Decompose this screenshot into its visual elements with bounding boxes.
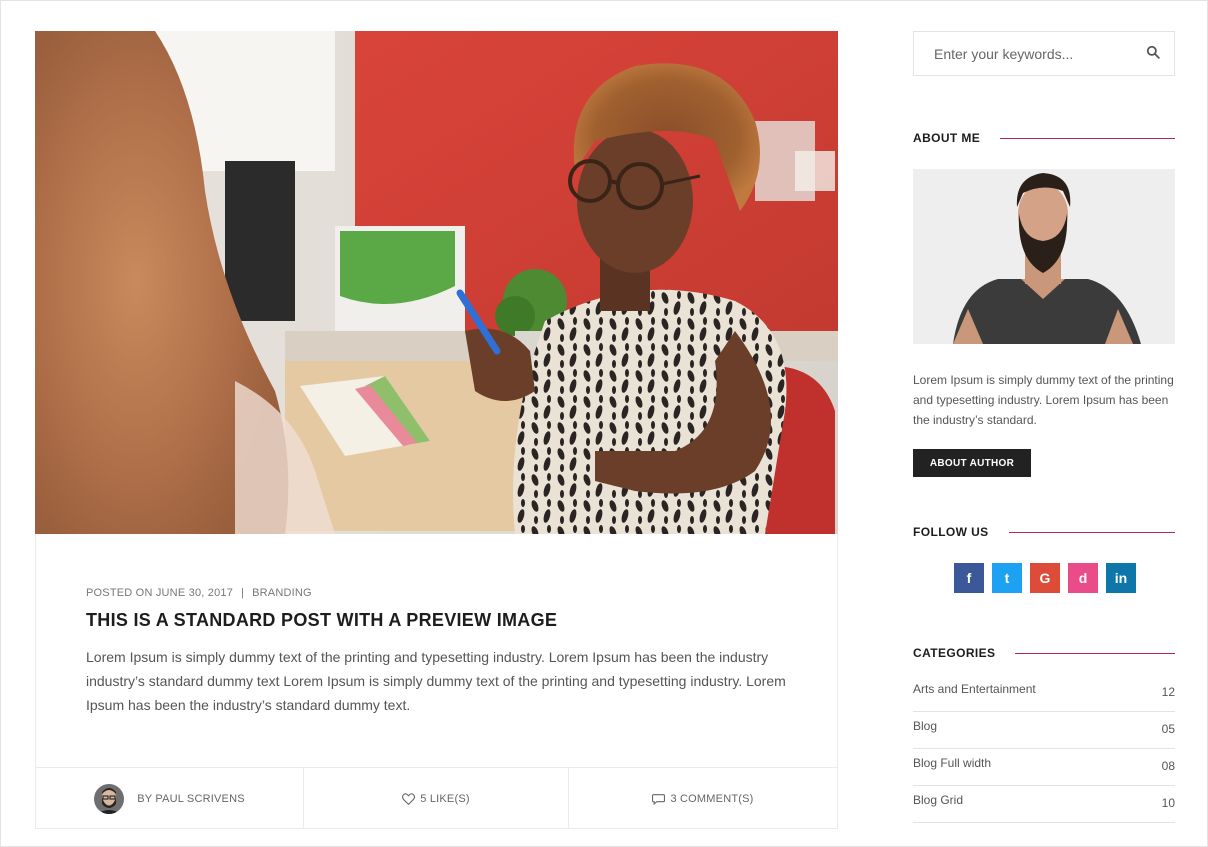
post-author[interactable]: BY PAUL SCRIVENS bbox=[36, 768, 304, 829]
category-item[interactable]: Arts and Entertainment 12 bbox=[913, 675, 1175, 712]
post-footer: BY PAUL SCRIVENS 5 LIKE(S) 3 COMMENT(S) bbox=[36, 767, 837, 829]
search-box bbox=[913, 31, 1175, 76]
linkedin-icon: in bbox=[1114, 570, 1128, 586]
category-item[interactable]: Blog 05 bbox=[913, 712, 1175, 749]
twitter-icon: t bbox=[1004, 570, 1010, 586]
comment-icon bbox=[652, 793, 666, 805]
category-label: Arts and Entertainment bbox=[913, 682, 1036, 696]
dribbble-icon: d bbox=[1078, 570, 1088, 586]
post-title[interactable]: THIS IS A STANDARD POST WITH A PREVIEW I… bbox=[86, 609, 796, 631]
post-body: POSTED ON JUNE 30, 2017 | BRANDING THIS IS… bbox=[86, 586, 796, 717]
google-plus-icon: G bbox=[1039, 570, 1051, 586]
post-meta: POSTED ON JUNE 30, 2017 | BRANDING bbox=[86, 586, 796, 600]
post-excerpt: Lorem Ipsum is simply dummy text of the … bbox=[86, 649, 786, 713]
search-button[interactable] bbox=[1144, 45, 1162, 63]
author-avatar bbox=[94, 783, 125, 814]
author-name: BY PAUL SCRIVENS bbox=[137, 792, 245, 805]
google-plus-link[interactable]: G bbox=[1030, 563, 1060, 593]
about-author-button[interactable]: ABOUT AUTHOR bbox=[913, 449, 1031, 477]
likes-count: 5 LIKE(S) bbox=[420, 792, 470, 805]
heading-divider bbox=[1008, 531, 1175, 533]
heading-divider bbox=[1015, 652, 1175, 654]
facebook-link[interactable]: f bbox=[954, 563, 984, 593]
author-photo bbox=[913, 169, 1175, 344]
about-text: Lorem Ipsum is simply dummy text of the … bbox=[913, 373, 1174, 427]
social-links: f t Gd in bbox=[954, 563, 1136, 593]
search-input[interactable] bbox=[914, 32, 1134, 75]
follow-heading: FOLLOW US bbox=[913, 525, 989, 539]
comments-count: 3 COMMENT(S) bbox=[670, 792, 754, 805]
category-item[interactable]: Blog Grid 10 bbox=[913, 786, 1175, 823]
meta-separator: | bbox=[241, 587, 245, 599]
comments-link[interactable]: 3 COMMENT(S) bbox=[569, 768, 837, 829]
post-category-link[interactable]: BRANDING bbox=[252, 587, 312, 599]
categories-list: Arts and Entertainment 12 Blog 05 Blog Full … bbox=[913, 675, 1175, 823]
sidebar: ABOUT ME Lorem Ipsum is simply dummy tex… bbox=[913, 31, 1175, 823]
twitter-link[interactable]: t bbox=[992, 563, 1022, 593]
categories-widget-title: CATEGORIES bbox=[913, 645, 1175, 661]
category-label: Blog bbox=[913, 719, 938, 733]
category-count: 12 bbox=[1161, 685, 1175, 699]
follow-widget-title: FOLLOW US bbox=[913, 524, 1175, 540]
post-date: POSTED ON JUNE 30, 2017 bbox=[86, 587, 234, 599]
heading-divider bbox=[1000, 137, 1175, 139]
category-item[interactable]: Blog Full width 08 bbox=[913, 749, 1175, 786]
category-count: 10 bbox=[1161, 796, 1175, 810]
dribbble-link[interactable]: d bbox=[1068, 563, 1098, 593]
about-widget-title: ABOUT ME bbox=[913, 130, 1175, 146]
categories-heading: CATEGORIES bbox=[913, 646, 996, 660]
search-icon bbox=[1146, 45, 1160, 64]
category-count: 08 bbox=[1161, 759, 1175, 773]
category-count: 05 bbox=[1161, 722, 1175, 736]
linkedin-link[interactable]: in bbox=[1106, 563, 1136, 593]
facebook-icon: f bbox=[966, 570, 972, 586]
category-label: Blog Full width bbox=[913, 756, 992, 770]
category-label: Blog Grid bbox=[913, 793, 964, 807]
heart-icon bbox=[402, 792, 416, 805]
post-preview-image[interactable] bbox=[35, 31, 838, 534]
likes-button[interactable]: 5 LIKE(S) bbox=[304, 768, 569, 829]
blog-post: POSTED ON JUNE 30, 2017 | BRANDING THIS IS… bbox=[35, 31, 838, 829]
about-heading: ABOUT ME bbox=[913, 131, 981, 145]
